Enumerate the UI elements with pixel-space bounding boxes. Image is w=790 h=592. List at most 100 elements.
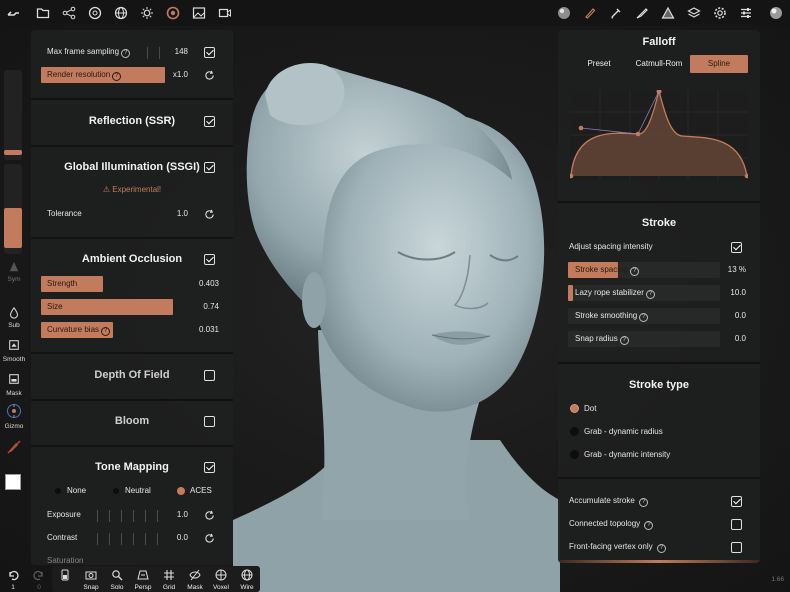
stroke-type-grab-intensity[interactable]: Grab - dynamic intensity: [558, 446, 760, 464]
gi-checkbox[interactable]: [204, 162, 215, 173]
radio-neutral[interactable]: [113, 488, 119, 494]
settings-icon[interactable]: [711, 4, 729, 22]
persp-label: Persp: [134, 584, 152, 591]
ao-strength-row[interactable]: Strength 0.403: [31, 275, 233, 293]
connected-topology-row[interactable]: Connected topology ?: [558, 515, 760, 533]
subdivide-icon[interactable]: [6, 306, 22, 320]
tolerance-label: Tolerance: [47, 209, 82, 218]
help-icon[interactable]: ?: [101, 327, 111, 336]
undo-button[interactable]: 1: [0, 566, 26, 592]
reset-icon[interactable]: [204, 209, 215, 220]
stroke-smoothing-row[interactable]: Stroke smoothing? 0.0: [558, 307, 760, 325]
gizmo-icon[interactable]: [6, 404, 22, 418]
material-preview-icon[interactable]: [555, 4, 573, 22]
stroke-spacing-row[interactable]: Stroke spacing? 13 %: [558, 261, 760, 279]
radio-grab-intensity[interactable]: [570, 450, 579, 459]
render-resolution-row[interactable]: Render resolution? x1.0: [31, 66, 233, 84]
material-sphere-icon[interactable]: [164, 4, 182, 22]
paint-disabled-icon[interactable]: [6, 440, 22, 454]
grid-button[interactable]: Grid: [156, 566, 182, 592]
sun-icon[interactable]: [138, 4, 156, 22]
reset-icon[interactable]: [204, 70, 215, 81]
accumulate-stroke-checkbox[interactable]: [731, 496, 742, 507]
help-icon[interactable]: ?: [629, 267, 639, 276]
bloom-checkbox[interactable]: [204, 416, 215, 427]
lazy-rope-slider-fill[interactable]: [568, 285, 573, 301]
wire-button[interactable]: Wire: [234, 566, 260, 592]
matcap-sphere-icon[interactable]: [767, 4, 785, 22]
layers-triangle-icon[interactable]: [659, 4, 677, 22]
voxel-button[interactable]: Voxel: [208, 566, 234, 592]
mask-toggle-button[interactable]: Mask: [182, 566, 208, 592]
radio-dot[interactable]: [570, 404, 579, 413]
lazy-rope-row[interactable]: Lazy rope stabilizer? 10.0: [558, 284, 760, 302]
image-icon[interactable]: [190, 4, 208, 22]
help-icon[interactable]: ?: [644, 521, 654, 530]
saturation-row[interactable]: Saturation: [31, 552, 233, 565]
front-facing-checkbox[interactable]: [731, 542, 742, 553]
tone-option-none[interactable]: None: [67, 486, 86, 495]
snap-button[interactable]: Snap: [78, 566, 104, 592]
ao-size-row[interactable]: Size 0.74: [31, 298, 233, 316]
color-swatch[interactable]: [5, 474, 21, 490]
folder-icon[interactable]: [34, 4, 52, 22]
reset-icon[interactable]: [204, 510, 215, 521]
symmetry-icon[interactable]: [6, 260, 22, 274]
globe-icon[interactable]: [112, 4, 130, 22]
help-icon[interactable]: ?: [639, 498, 649, 507]
tab-catmull-rom[interactable]: Catmull-Rom: [630, 55, 688, 73]
radio-aces[interactable]: [177, 487, 185, 495]
exposure-row[interactable]: Exposure 1.0: [31, 506, 233, 524]
tab-spline[interactable]: Spline: [690, 55, 748, 73]
max-frame-sampling-row[interactable]: Max frame sampling? 148: [31, 43, 233, 61]
help-icon[interactable]: ?: [121, 49, 131, 58]
sliders-icon[interactable]: [737, 4, 755, 22]
pen-icon[interactable]: [633, 4, 651, 22]
ao-checkbox[interactable]: [204, 254, 215, 265]
smooth-icon[interactable]: [6, 338, 22, 352]
camera-aperture-icon[interactable]: [86, 4, 104, 22]
help-icon[interactable]: ?: [112, 72, 122, 81]
connected-topology-checkbox[interactable]: [731, 519, 742, 530]
contrast-row[interactable]: Contrast 0.0: [31, 529, 233, 547]
help-icon[interactable]: ?: [639, 313, 649, 322]
stroke-type-dot[interactable]: Dot: [558, 400, 760, 418]
stack-icon[interactable]: [685, 4, 703, 22]
tab-preset[interactable]: Preset: [572, 55, 626, 73]
tone-checkbox[interactable]: [204, 462, 215, 473]
intensity-slider[interactable]: [4, 164, 22, 254]
history-button[interactable]: [52, 566, 78, 592]
radius-slider-handle[interactable]: [4, 150, 22, 155]
max-frame-sampling-checkbox[interactable]: [204, 47, 215, 58]
falloff-curve-editor[interactable]: [570, 90, 748, 180]
front-facing-row[interactable]: Front-facing vertex only ?: [558, 538, 760, 556]
ao-curvature-row[interactable]: Curvature bias? 0.031: [31, 321, 233, 339]
help-icon[interactable]: ?: [656, 544, 666, 553]
mask-icon[interactable]: [6, 372, 22, 386]
brush-icon[interactable]: [581, 4, 599, 22]
dof-checkbox[interactable]: [204, 370, 215, 381]
solo-button[interactable]: Solo: [104, 566, 130, 592]
persp-button[interactable]: Persp: [130, 566, 156, 592]
adjust-spacing-checkbox[interactable]: [731, 242, 742, 253]
video-icon[interactable]: [216, 4, 234, 22]
accumulate-stroke-row[interactable]: Accumulate stroke ?: [558, 492, 760, 510]
reflection-checkbox[interactable]: [204, 116, 215, 127]
snap-radius-row[interactable]: Snap radius? 0.0: [558, 330, 760, 348]
adjust-spacing-row[interactable]: Adjust spacing intensity: [558, 238, 760, 256]
help-icon[interactable]: ?: [645, 290, 655, 299]
radio-grab-radius[interactable]: [570, 427, 579, 436]
reset-icon[interactable]: [204, 533, 215, 544]
tone-option-aces[interactable]: ACES: [190, 486, 212, 495]
radio-none[interactable]: [55, 488, 61, 494]
pipette-icon[interactable]: [607, 4, 625, 22]
wrench-icon[interactable]: [4, 4, 22, 22]
tone-option-neutral[interactable]: Neutral: [125, 486, 151, 495]
stroke-type-grab-radius[interactable]: Grab - dynamic radius: [558, 423, 760, 441]
radius-slider[interactable]: [4, 70, 22, 160]
panel-bottom-accent: [558, 560, 760, 563]
scene-graph-icon[interactable]: [60, 4, 78, 22]
tolerance-row[interactable]: Tolerance 1.0: [31, 205, 233, 223]
redo-button[interactable]: 0: [26, 566, 52, 592]
help-icon[interactable]: ?: [619, 336, 629, 345]
